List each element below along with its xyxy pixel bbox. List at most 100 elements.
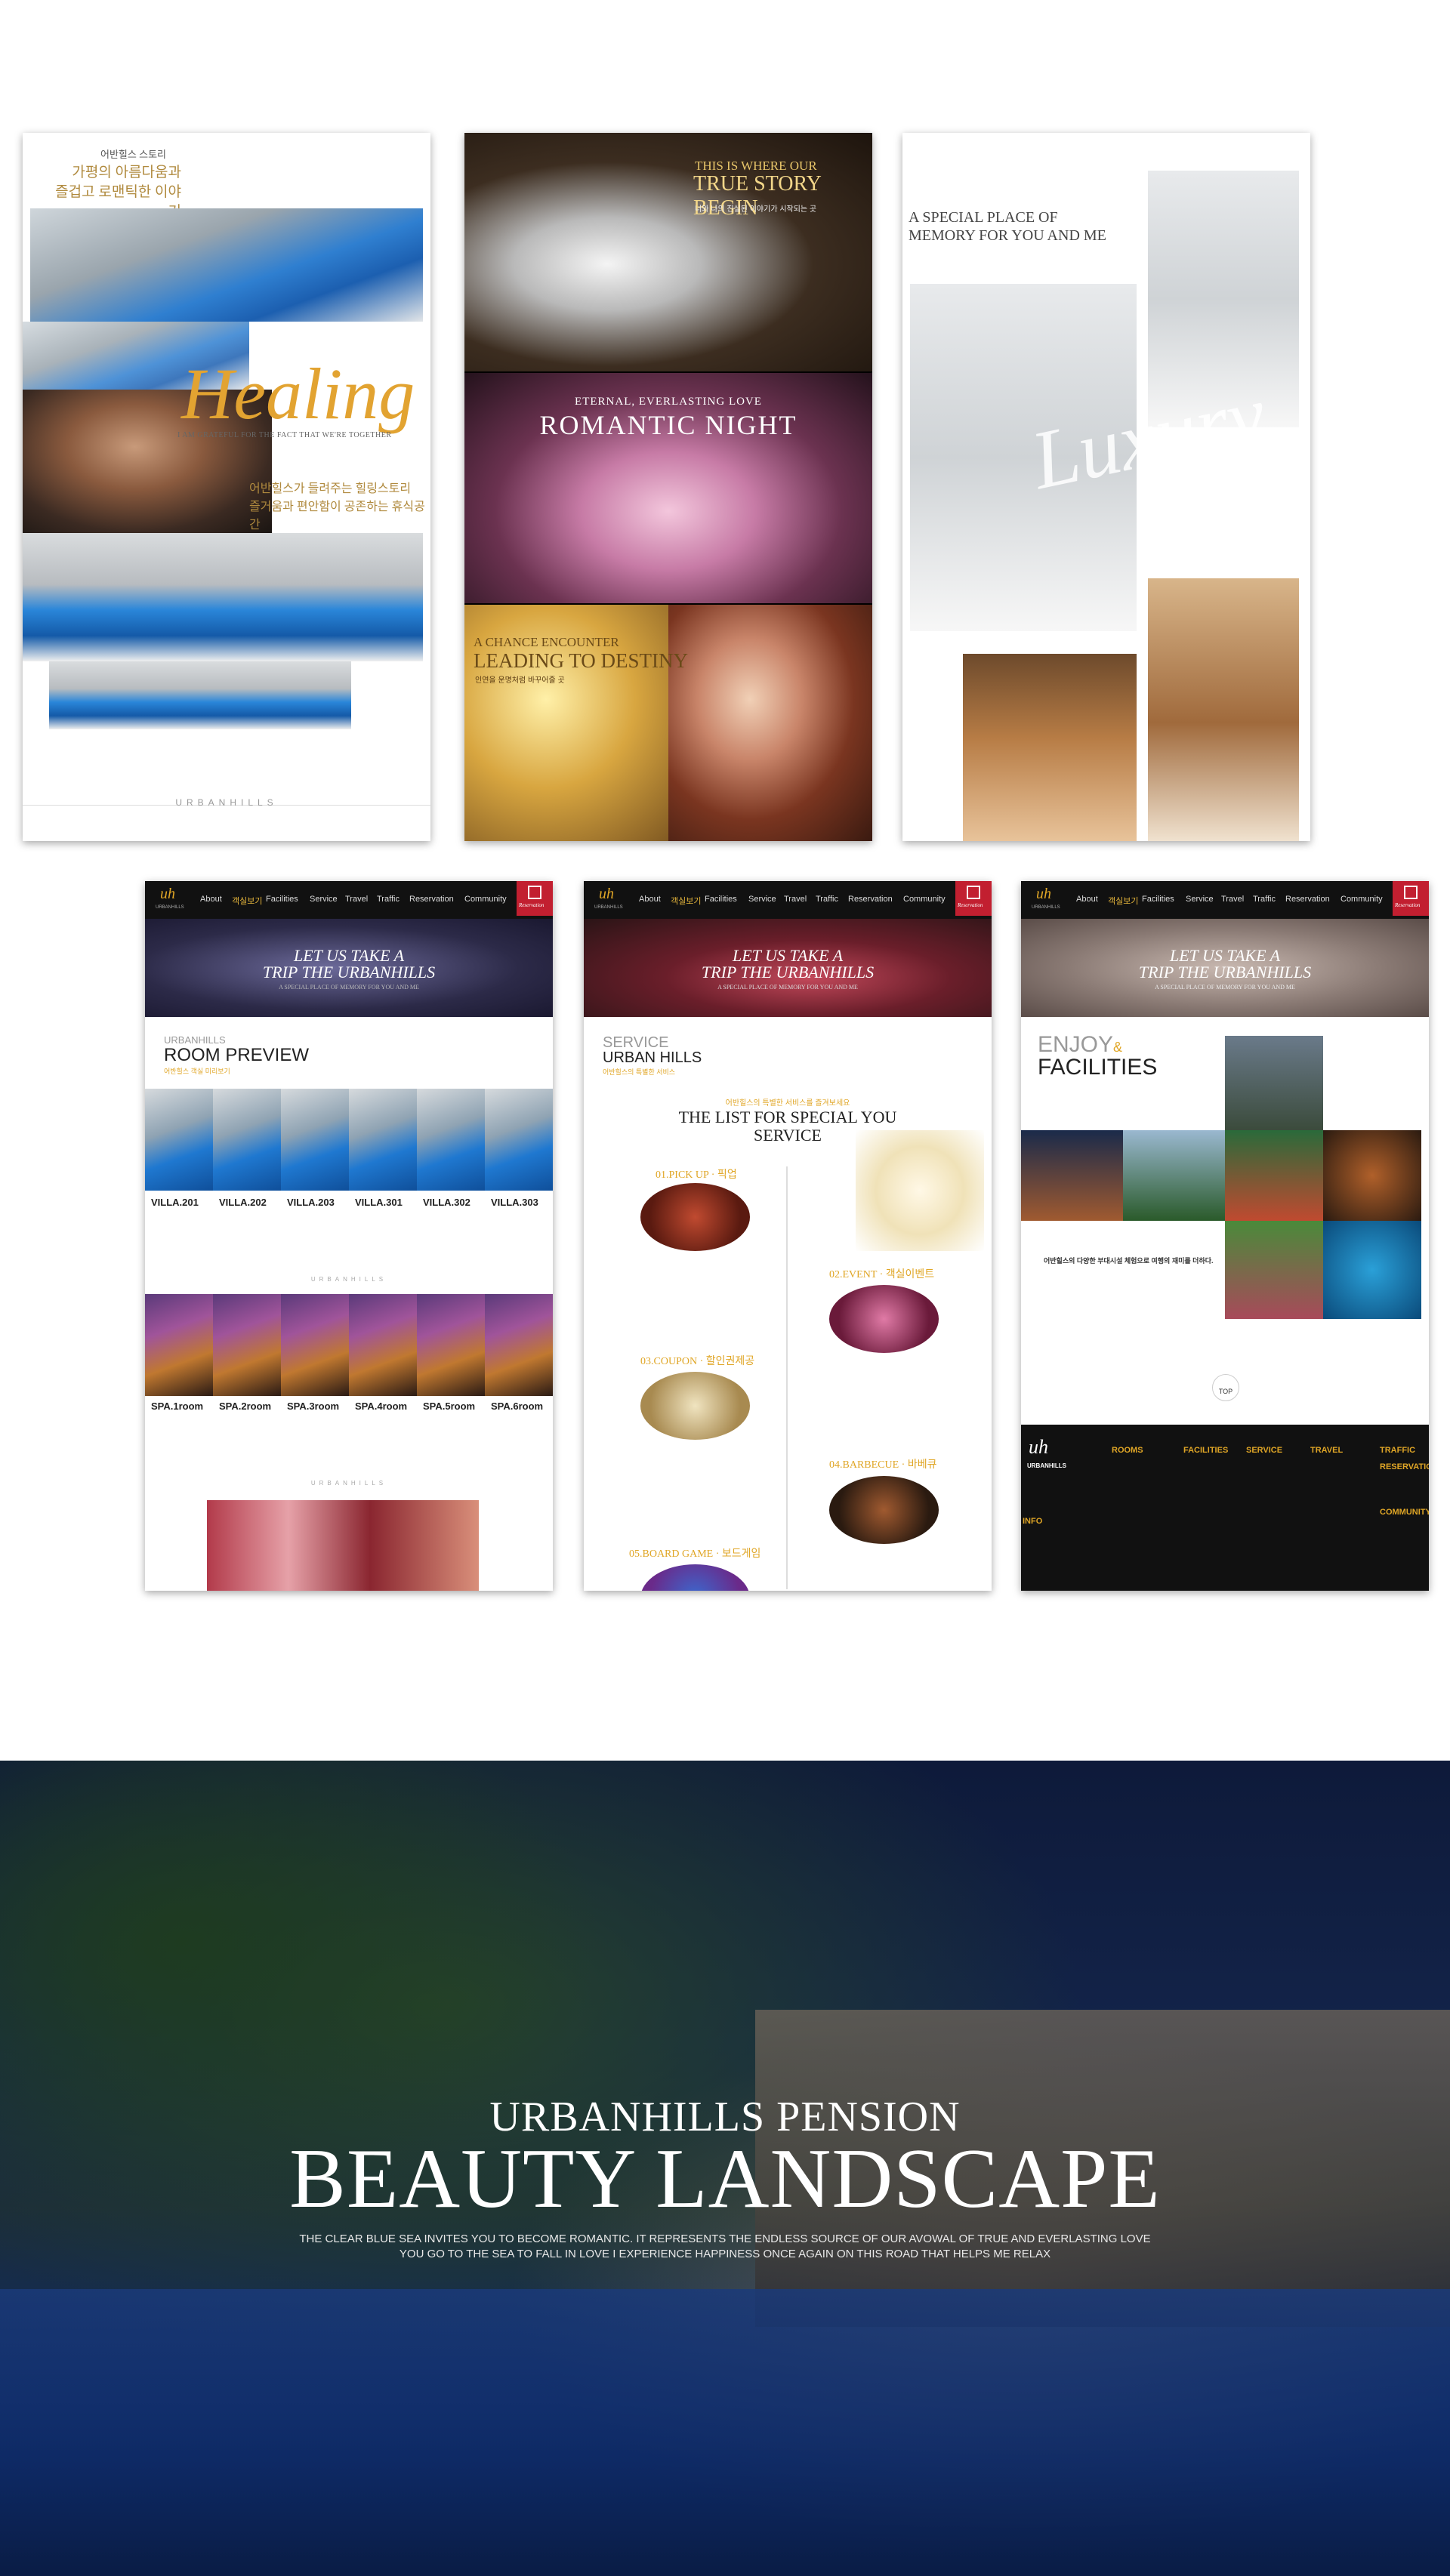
villa-label-3[interactable]: VILLA.203 <box>287 1197 335 1208</box>
footer-community[interactable]: COMMUNITY <box>1380 1508 1429 1517</box>
villa-thumb-5[interactable] <box>417 1089 485 1191</box>
story-bot-big: LEADING TO DESTINY <box>474 649 688 672</box>
spa-thumb-5[interactable] <box>417 1294 485 1396</box>
nav-travel[interactable]: Travel <box>345 895 368 904</box>
nav-service[interactable]: Service <box>310 895 338 904</box>
room-photo-3 <box>963 654 1137 841</box>
edit-icon <box>528 886 541 899</box>
service-item-4[interactable]: 04.BARBECUE · 바베큐 <box>829 1456 936 1471</box>
main-nav: uh URBANHILLS About 객실보기 Facilities Serv… <box>584 881 992 919</box>
nav-service[interactable]: Service <box>748 895 776 904</box>
logo[interactable]: uh <box>1036 886 1051 903</box>
villa-label-6[interactable]: VILLA.303 <box>491 1197 538 1208</box>
story-bot-small: A CHANCE ENCOUNTER <box>474 635 619 649</box>
nav-reservation[interactable]: Reservation <box>409 895 454 904</box>
night-landscape-banner: URBANHILLS PENSION BEAUTY LANDSCAPE THE … <box>0 1761 1450 2576</box>
poster-story: THIS IS WHERE OUR TRUE STORY BEGIN 너와 나의… <box>464 133 872 841</box>
nav-traffic[interactable]: Traffic <box>377 895 400 904</box>
nav-rooms[interactable]: 객실보기 <box>671 895 701 907</box>
spa-label-2[interactable]: SPA.2room <box>219 1400 271 1412</box>
event-photo <box>829 1285 939 1353</box>
villa-thumb-6[interactable] <box>485 1089 553 1191</box>
pool-water <box>0 2289 1450 2576</box>
villa-label-4[interactable]: VILLA.301 <box>355 1197 403 1208</box>
spa-thumb-4[interactable] <box>349 1294 417 1396</box>
pool-photo-3 <box>23 533 423 661</box>
logo[interactable]: uh <box>160 886 175 903</box>
barbecue-photo <box>829 1476 939 1544</box>
reservation-button[interactable]: Reservation <box>517 881 553 916</box>
service-item-5[interactable]: 05.BOARD GAME · 보드게임 <box>629 1545 760 1561</box>
healing-script: Healing <box>181 353 415 434</box>
spa-label-1[interactable]: SPA.1room <box>151 1400 203 1412</box>
nav-about[interactable]: About <box>1076 895 1098 904</box>
banner-desc-2: YOU GO TO THE SEA TO FALL IN LOVE I EXPE… <box>399 2248 1051 2260</box>
top-button[interactable]: TOP <box>1212 1374 1239 1401</box>
spa-thumb-6[interactable] <box>485 1294 553 1396</box>
nav-service[interactable]: Service <box>1186 895 1214 904</box>
nav-community[interactable]: Community <box>464 895 507 904</box>
nav-facilities[interactable]: Facilities <box>705 895 737 904</box>
villa-thumb-1[interactable] <box>145 1089 213 1191</box>
spa-label-6[interactable]: SPA.6room <box>491 1400 543 1412</box>
spa-label-3[interactable]: SPA.3room <box>287 1400 339 1412</box>
footer-rooms[interactable]: ROOMS <box>1112 1446 1143 1455</box>
nav-traffic[interactable]: Traffic <box>1253 895 1276 904</box>
hero-banner: LET US TAKE A TRIP THE URBANHILLS A SPEC… <box>145 919 553 1017</box>
fac-kr: 어반힐스의 다양한 부대시설 체험으로 여행의 재미를 더하다. <box>1044 1257 1214 1265</box>
villa-label-2[interactable]: VILLA.202 <box>219 1197 267 1208</box>
nav-traffic[interactable]: Traffic <box>816 895 838 904</box>
spa-thumb-3[interactable] <box>281 1294 349 1396</box>
nav-facilities[interactable]: Facilities <box>1142 895 1174 904</box>
logo-sub: URBANHILLS <box>1032 905 1060 910</box>
nav-community[interactable]: Community <box>1340 895 1383 904</box>
villa-label-5[interactable]: VILLA.302 <box>423 1197 470 1208</box>
villa-thumb-4[interactable] <box>349 1089 417 1191</box>
service-item-2[interactable]: 02.EVENT · 객실이벤트 <box>829 1266 934 1281</box>
footer-facilities[interactable]: FACILITIES <box>1183 1446 1228 1455</box>
villa-thumb-2[interactable] <box>213 1089 281 1191</box>
villa-thumb-3[interactable] <box>281 1089 349 1191</box>
section-kr: 어반힐스의 특별한 서비스 <box>603 1068 676 1076</box>
timeline-line <box>786 1166 788 1589</box>
nav-reservation[interactable]: Reservation <box>1285 895 1330 904</box>
footer-info: INFO <box>1023 1517 1043 1526</box>
service-item-1[interactable]: 01.PICK UP · 픽업 <box>656 1166 737 1182</box>
reservation-button[interactable]: Reservation <box>1393 881 1429 916</box>
logo[interactable]: uh <box>599 886 614 903</box>
nav-facilities[interactable]: Facilities <box>266 895 298 904</box>
reservation-button[interactable]: Reservation <box>955 881 992 916</box>
reservation-label: Reservation <box>958 902 983 908</box>
footer-travel[interactable]: TRAVEL <box>1310 1446 1343 1455</box>
nav-community[interactable]: Community <box>903 895 946 904</box>
footer-service[interactable]: SERVICE <box>1246 1446 1282 1455</box>
fac-valley-photo <box>1123 1130 1225 1221</box>
spa-thumb-1[interactable] <box>145 1294 213 1396</box>
section-title: ROOM PREVIEW <box>164 1045 310 1065</box>
spa-label-5[interactable]: SPA.5room <box>423 1400 475 1412</box>
board-game-photo <box>640 1564 750 1591</box>
fac-billiards-photo <box>1323 1221 1421 1319</box>
villa-label-1[interactable]: VILLA.201 <box>151 1197 199 1208</box>
footer-traffic[interactable]: TRAFFIC <box>1380 1446 1415 1455</box>
service-item-3[interactable]: 03.COUPON · 할인권제공 <box>640 1353 754 1368</box>
footer-reservation[interactable]: RESERVATION <box>1380 1462 1429 1471</box>
story-mid-small: ETERNAL, EVERLASTING LOVE <box>575 396 762 408</box>
nav-rooms[interactable]: 객실보기 <box>232 895 262 907</box>
room-photo-4 <box>1148 578 1299 841</box>
nav-travel[interactable]: Travel <box>1221 895 1244 904</box>
footer-logo-mark: uh <box>1029 1436 1048 1458</box>
page-rooms: uh URBANHILLS About 객실보기 Facilities Serv… <box>145 881 553 1591</box>
spa-thumb-2[interactable] <box>213 1294 281 1396</box>
footer: uh URBANHILLS ROOMS FACILITIES SERVICE T… <box>1021 1425 1429 1591</box>
nav-rooms[interactable]: 객실보기 <box>1108 895 1138 907</box>
footer-logo: URBANHILLS <box>1027 1462 1066 1469</box>
page-service: uh URBANHILLS About 객실보기 Facilities Serv… <box>584 881 992 1591</box>
hero-line-3: A SPECIAL PLACE OF MEMORY FOR YOU AND ME <box>279 984 419 991</box>
spa-label-4[interactable]: SPA.4room <box>355 1400 407 1412</box>
nav-about[interactable]: About <box>200 895 222 904</box>
divider-brand: URBANHILLS <box>310 1276 387 1283</box>
nav-travel[interactable]: Travel <box>784 895 807 904</box>
nav-reservation[interactable]: Reservation <box>848 895 893 904</box>
nav-about[interactable]: About <box>639 895 661 904</box>
